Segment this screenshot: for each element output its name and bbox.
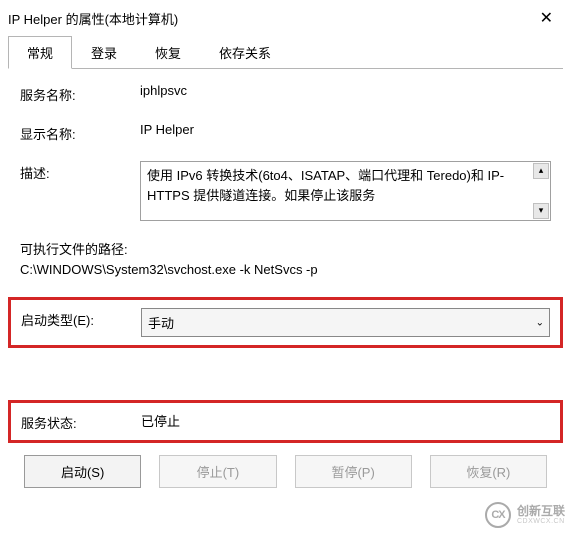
highlight-service-status: 服务状态: 已停止 bbox=[8, 400, 563, 443]
tab-logon[interactable]: 登录 bbox=[72, 36, 136, 68]
scroll-up-icon[interactable]: ▴ bbox=[533, 163, 549, 179]
value-service-name: iphlpsvc bbox=[140, 83, 551, 98]
row-service-name: 服务名称: iphlpsvc bbox=[20, 83, 551, 104]
watermark-text: 创新互联 bbox=[517, 505, 565, 518]
value-display-name: IP Helper bbox=[140, 122, 551, 137]
row-exe-path: 可执行文件的路径: C:\WINDOWS\System32\svchost.ex… bbox=[20, 239, 551, 277]
startup-type-value: 手动 bbox=[141, 308, 550, 337]
resume-button: 恢复(R) bbox=[430, 455, 547, 488]
description-text: 使用 IPv6 转换技术(6to4、ISATAP、端口代理和 Teredo)和 … bbox=[147, 168, 504, 203]
watermark-sub: CDXWCX.CN bbox=[517, 518, 565, 525]
label-exe-path: 可执行文件的路径: bbox=[20, 239, 551, 258]
label-display-name: 显示名称: bbox=[20, 122, 140, 143]
watermark: CX 创新互联 CDXWCX.CN bbox=[485, 502, 565, 528]
label-startup-type: 启动类型(E): bbox=[21, 308, 141, 329]
row-description: 描述: 使用 IPv6 转换技术(6to4、ISATAP、端口代理和 Tered… bbox=[20, 161, 551, 221]
value-service-status: 已停止 bbox=[141, 411, 550, 430]
watermark-logo-icon: CX bbox=[485, 502, 511, 528]
pause-button: 暂停(P) bbox=[295, 455, 412, 488]
tab-dependencies[interactable]: 依存关系 bbox=[200, 36, 290, 68]
startup-type-select[interactable]: 手动 ⌄ bbox=[141, 308, 550, 337]
start-button[interactable]: 启动(S) bbox=[24, 455, 141, 488]
title-bar: IP Helper 的属性(本地计算机) ✕ bbox=[0, 0, 571, 32]
tab-content: 服务名称: iphlpsvc 显示名称: IP Helper 描述: 使用 IP… bbox=[0, 69, 571, 498]
tab-general[interactable]: 常规 bbox=[8, 36, 72, 69]
tabs: 常规 登录 恢复 依存关系 bbox=[8, 36, 563, 69]
label-service-name: 服务名称: bbox=[20, 83, 140, 104]
scroll-down-icon[interactable]: ▾ bbox=[533, 203, 549, 219]
label-description: 描述: bbox=[20, 161, 140, 182]
button-row: 启动(S) 停止(T) 暂停(P) 恢复(R) bbox=[20, 455, 551, 488]
window-title: IP Helper 的属性(本地计算机) bbox=[8, 9, 178, 28]
row-startup-type: 启动类型(E): 手动 ⌄ bbox=[21, 308, 550, 337]
row-display-name: 显示名称: IP Helper bbox=[20, 122, 551, 143]
tab-recovery[interactable]: 恢复 bbox=[136, 36, 200, 68]
description-textbox[interactable]: 使用 IPv6 转换技术(6to4、ISATAP、端口代理和 Teredo)和 … bbox=[140, 161, 551, 221]
close-icon[interactable]: ✕ bbox=[534, 8, 559, 28]
stop-button: 停止(T) bbox=[159, 455, 276, 488]
row-service-status: 服务状态: 已停止 bbox=[21, 411, 550, 432]
label-service-status: 服务状态: bbox=[21, 411, 141, 432]
value-exe-path: C:\WINDOWS\System32\svchost.exe -k NetSv… bbox=[20, 262, 551, 277]
highlight-startup-type: 启动类型(E): 手动 ⌄ bbox=[8, 297, 563, 348]
